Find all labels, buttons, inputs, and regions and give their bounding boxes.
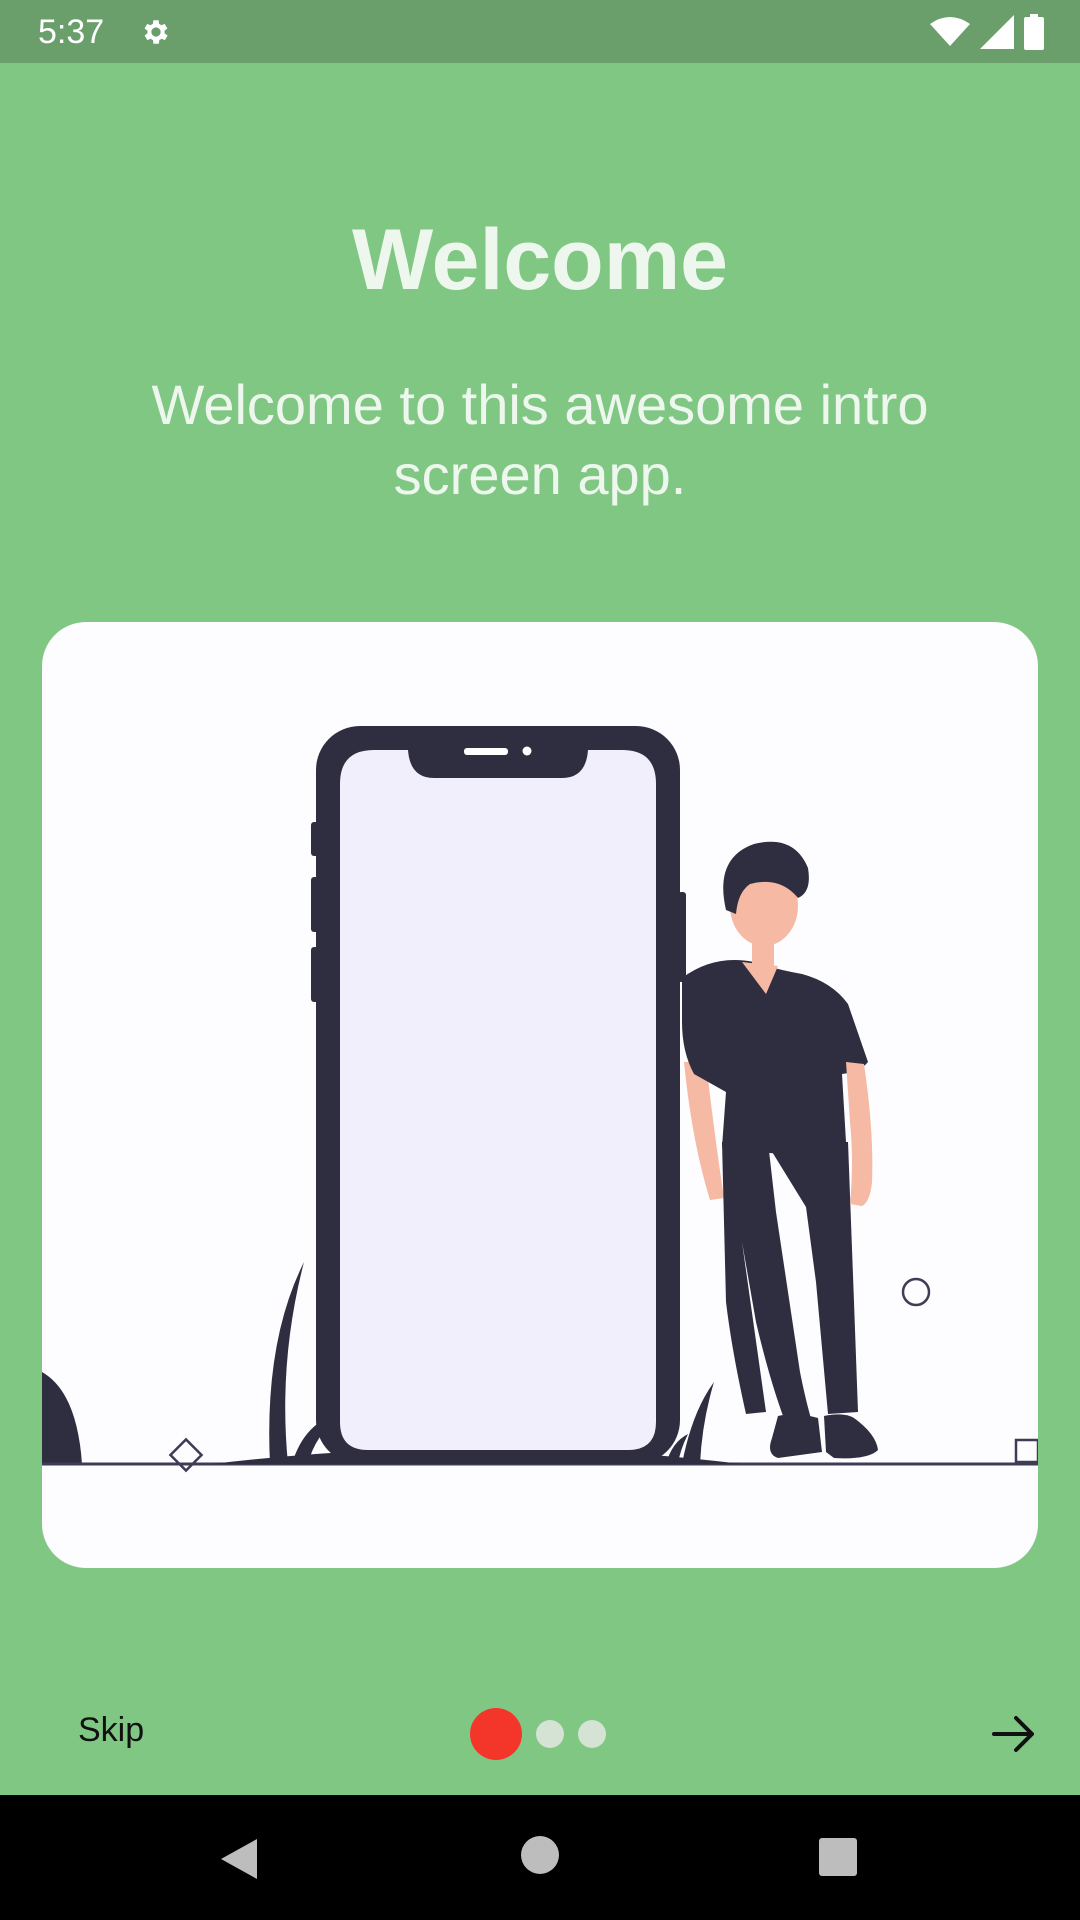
illustration-card bbox=[42, 622, 1038, 1568]
status-icons bbox=[930, 14, 1044, 50]
circle-shape bbox=[901, 1277, 931, 1307]
person-shoes bbox=[770, 1414, 822, 1458]
grass-right bbox=[682, 1382, 714, 1464]
page-indicator bbox=[470, 1706, 606, 1762]
gear-icon bbox=[144, 20, 168, 44]
person-arm-front bbox=[846, 1062, 873, 1206]
grass-left bbox=[269, 1262, 304, 1464]
navigation-bar bbox=[0, 1795, 1080, 1920]
page-description: Welcome to this awesome intro screen app… bbox=[151, 373, 929, 506]
intro-screen: 5:37 Welcome Welcome to this awesome int… bbox=[0, 0, 1080, 1920]
status-bar: 5:37 bbox=[0, 0, 1080, 63]
page-dot[interactable] bbox=[578, 1720, 606, 1748]
person-leaning-on-phone-illustration bbox=[42, 726, 1038, 1473]
phone-screen bbox=[340, 750, 656, 1450]
recents-icon[interactable] bbox=[818, 1837, 858, 1877]
page-title: Welcome bbox=[352, 212, 728, 308]
back-icon[interactable] bbox=[215, 1835, 261, 1883]
page-dot-active[interactable] bbox=[470, 1708, 522, 1760]
plant-left bbox=[42, 1372, 82, 1464]
home-icon[interactable] bbox=[520, 1835, 560, 1875]
skip-button[interactable]: Skip bbox=[78, 1708, 144, 1752]
signal-icon bbox=[980, 15, 1014, 49]
battery-icon bbox=[1024, 14, 1044, 50]
status-time: 5:37 bbox=[38, 13, 105, 51]
page-dot[interactable] bbox=[536, 1720, 564, 1748]
square-shape bbox=[1014, 1438, 1038, 1464]
arrow-right-icon[interactable] bbox=[990, 1710, 1038, 1758]
diamond-shape bbox=[168, 1437, 204, 1473]
wifi-icon bbox=[930, 17, 970, 46]
